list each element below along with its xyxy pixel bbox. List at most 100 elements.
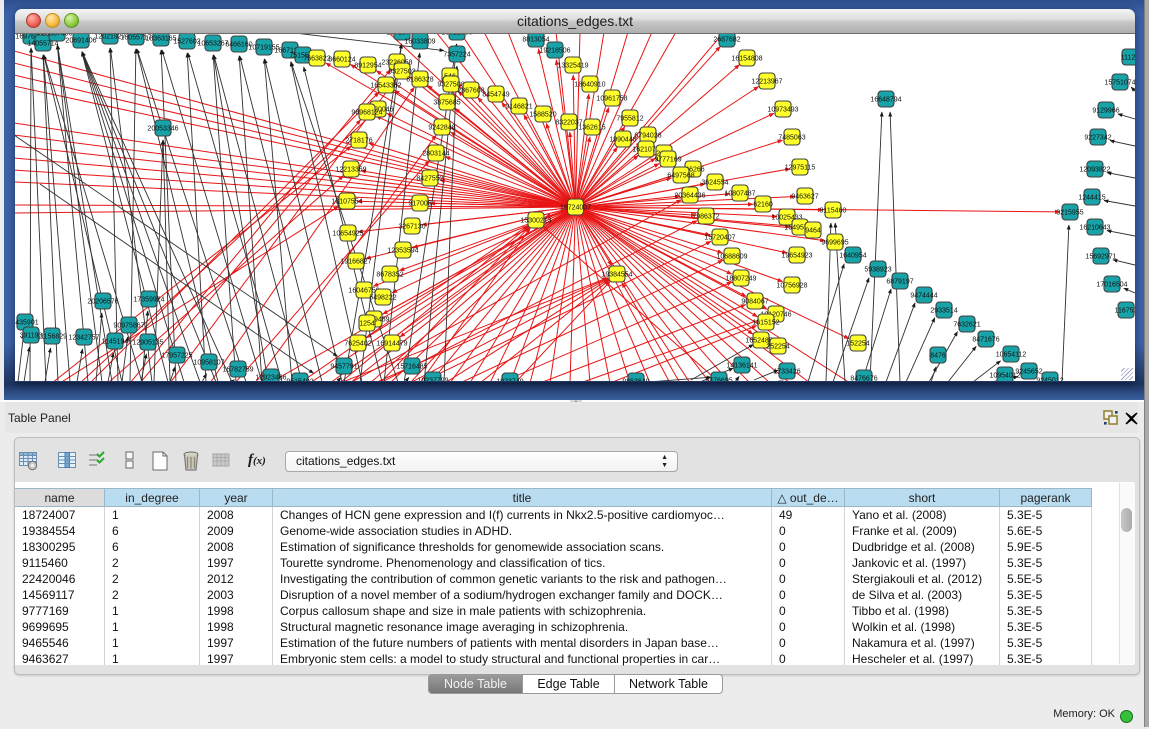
svg-text:14136141: 14136141 xyxy=(726,363,757,370)
svg-text:10973493: 10973493 xyxy=(767,107,798,114)
svg-text:9474444: 9474444 xyxy=(910,293,937,300)
svg-text:1733426: 1733426 xyxy=(773,369,800,376)
svg-text:7435901: 7435901 xyxy=(15,320,39,327)
svg-text:1990448: 1990448 xyxy=(609,137,636,144)
svg-text:1244415: 1244415 xyxy=(1078,195,1105,202)
svg-text:15751074: 15751074 xyxy=(1104,80,1135,87)
svg-text:2803144: 2803144 xyxy=(422,151,449,158)
svg-text:15692971: 15692971 xyxy=(1085,254,1116,261)
svg-text:8476: 8476 xyxy=(930,353,946,360)
svg-text:8678352: 8678352 xyxy=(376,272,403,279)
svg-text:1923749: 1923749 xyxy=(496,379,523,382)
svg-text:10653267: 10653267 xyxy=(197,41,228,48)
svg-text:8912954: 8912954 xyxy=(354,63,381,70)
svg-text:62160: 62160 xyxy=(753,202,773,209)
svg-text:6794028: 6794028 xyxy=(634,133,661,140)
svg-text:7632621: 7632621 xyxy=(953,322,980,329)
svg-text:10958107: 10958107 xyxy=(193,360,224,367)
svg-text:7955812: 7955812 xyxy=(616,116,643,123)
svg-text:12213967: 12213967 xyxy=(751,79,782,86)
svg-text:8813054: 8813054 xyxy=(522,37,549,44)
svg-text:17957225: 17957225 xyxy=(161,353,192,360)
svg-text:2867608: 2867608 xyxy=(457,88,484,95)
svg-text:16154808: 16154808 xyxy=(731,56,762,63)
svg-text:9464: 9464 xyxy=(805,228,821,235)
svg-text:7625402: 7625402 xyxy=(344,341,371,348)
svg-text:9129966: 9129966 xyxy=(1092,108,1119,115)
svg-text:13325419: 13325419 xyxy=(557,63,588,70)
svg-text:7663822: 7663822 xyxy=(303,56,330,63)
svg-text:10954012: 10954012 xyxy=(989,373,1020,380)
svg-text:917006: 917006 xyxy=(408,201,431,208)
svg-text:8476695: 8476695 xyxy=(705,378,732,382)
svg-text:98968124: 98968124 xyxy=(351,110,382,117)
svg-text:8186328: 8186328 xyxy=(406,77,433,84)
svg-text:9227342: 9227342 xyxy=(1084,135,1111,142)
svg-text:9853649: 9853649 xyxy=(622,379,649,382)
svg-text:7485063: 7485063 xyxy=(778,135,805,142)
svg-text:16543382: 16543382 xyxy=(370,83,401,90)
svg-text:15720407: 15720407 xyxy=(704,235,735,242)
svg-text:17016504: 17016504 xyxy=(1096,282,1127,289)
svg-text:3624554: 3624554 xyxy=(701,180,728,187)
svg-text:18640910: 18640910 xyxy=(574,82,605,89)
svg-text:9084067: 9084067 xyxy=(741,299,768,306)
svg-text:7986372: 7986372 xyxy=(692,214,719,221)
svg-text:20691406: 20691406 xyxy=(65,38,96,45)
svg-text:5498222: 5498222 xyxy=(369,295,396,302)
svg-text:5938923: 5938923 xyxy=(864,267,891,274)
svg-text:9777169: 9777169 xyxy=(654,157,681,164)
svg-text:6497568: 6497568 xyxy=(667,173,694,180)
svg-text:6879197: 6879197 xyxy=(886,279,913,286)
svg-text:252254: 252254 xyxy=(766,344,789,351)
svg-text:9699695: 9699695 xyxy=(821,240,848,247)
svg-text:17359924: 17359924 xyxy=(133,297,164,304)
svg-text:2933514: 2933514 xyxy=(930,308,957,315)
svg-text:3215955: 3215955 xyxy=(1056,210,1083,217)
svg-text:152254: 152254 xyxy=(846,341,869,348)
svg-text:20206576: 20206576 xyxy=(87,299,118,306)
svg-text:18363165: 18363165 xyxy=(145,36,176,43)
svg-text:12213369: 12213369 xyxy=(335,167,366,174)
svg-text:9146821: 9146821 xyxy=(505,104,532,111)
svg-text:12905135: 12905135 xyxy=(132,340,163,347)
svg-text:9457791: 9457791 xyxy=(330,364,357,371)
svg-text:2718176: 2718176 xyxy=(345,138,372,145)
svg-text:20053346: 20053346 xyxy=(147,126,178,133)
svg-text:12923466: 12923466 xyxy=(255,375,286,382)
svg-text:2687682: 2687682 xyxy=(713,37,740,44)
svg-text:10688609: 10688609 xyxy=(716,254,747,261)
svg-text:10237799: 10237799 xyxy=(417,378,448,382)
svg-text:18807249: 18807249 xyxy=(725,276,756,283)
svg-text:20364436: 20364436 xyxy=(674,193,705,200)
svg-text:10961758: 10961758 xyxy=(596,96,627,103)
svg-text:12353594: 12353594 xyxy=(387,248,418,255)
svg-text:10756928: 10756928 xyxy=(776,283,807,290)
svg-text:19384554: 19384554 xyxy=(601,272,632,279)
svg-text:10654925: 10654925 xyxy=(332,231,363,238)
svg-text:8471676: 8471676 xyxy=(972,337,999,344)
svg-text:11125: 11125 xyxy=(1121,55,1135,62)
svg-text:16648794: 16648794 xyxy=(870,97,901,104)
svg-text:8454749: 8454749 xyxy=(482,92,509,99)
svg-text:12975115: 12975115 xyxy=(785,165,816,172)
svg-text:19166827: 19166827 xyxy=(340,259,371,266)
svg-text:1615152: 1615152 xyxy=(752,320,779,327)
svg-text:16210643: 16210643 xyxy=(1079,225,1110,232)
svg-text:3875685: 3875685 xyxy=(433,100,460,107)
svg-text:1254: 1254 xyxy=(359,321,375,328)
svg-text:1640954: 1640954 xyxy=(839,253,866,260)
svg-text:8476676: 8476676 xyxy=(850,376,877,382)
svg-text:116753: 116753 xyxy=(1115,308,1135,315)
svg-text:9245012: 9245012 xyxy=(1036,378,1063,382)
svg-text:1362615: 1362615 xyxy=(578,125,605,132)
svg-text:90975867: 90975867 xyxy=(113,323,144,330)
svg-text:16033809: 16033809 xyxy=(404,39,435,46)
svg-text:1145194: 1145194 xyxy=(102,339,129,346)
svg-text:8660124: 8660124 xyxy=(328,57,355,64)
svg-text:18724007: 18724007 xyxy=(560,205,591,212)
svg-text:8427552: 8427552 xyxy=(416,176,443,183)
svg-text:12342757: 12342757 xyxy=(68,335,99,342)
svg-text:19218506: 19218506 xyxy=(539,48,570,55)
svg-text:10654112: 10654112 xyxy=(996,352,1027,359)
